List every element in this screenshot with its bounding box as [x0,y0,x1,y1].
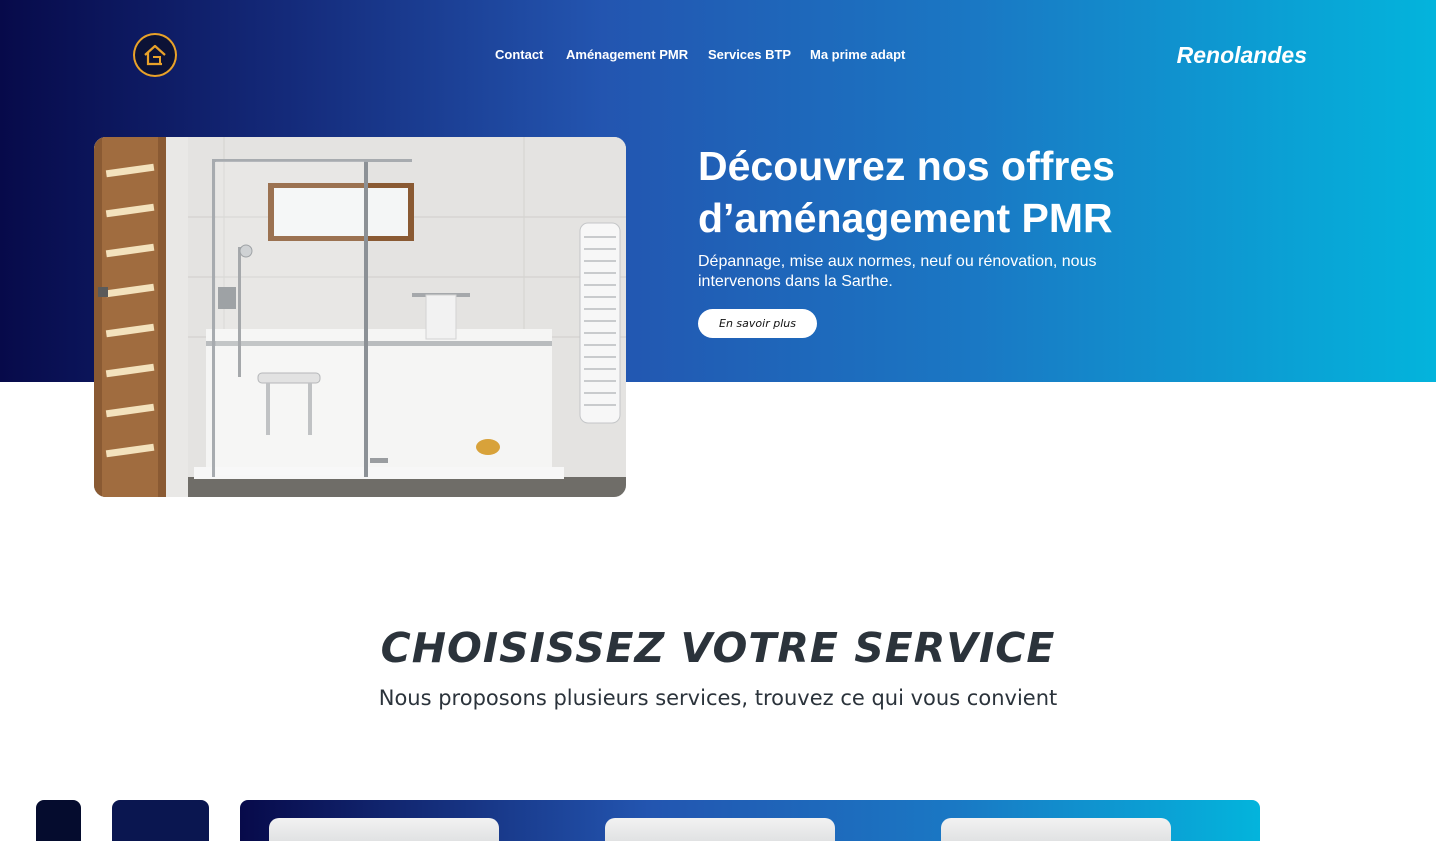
hero-title: Découvrez nos offres d’aménagement PMR [698,143,1115,241]
accessible-shower-photo [94,137,626,497]
services-subtitle: Nous proposons plusieurs services, trouv… [378,686,1058,710]
nav-link-amenagement-pmr[interactable]: Aménagement PMR [566,47,688,62]
service-tab[interactable] [112,800,209,841]
service-card[interactable] [941,818,1171,841]
service-card[interactable] [269,818,499,841]
hero-subtitle: Dépannage, mise aux normes, neuf ou réno… [698,253,1097,290]
nav-link-ma-prime-adapt[interactable]: Ma prime adapt [810,47,905,62]
page: Contact Aménagement PMR Services BTP Ma … [0,0,1436,841]
nav-link-services-btp[interactable]: Services BTP [708,47,791,62]
nav-link-contact[interactable]: Contact [495,47,543,62]
services-title: CHOISISSEZ VOTRE SERVICE [380,624,1056,672]
service-card[interactable] [605,818,835,841]
learn-more-button[interactable]: En savoir plus [698,309,817,338]
service-tab[interactable] [36,800,81,841]
brand-name[interactable]: Renolandes [1177,42,1307,69]
